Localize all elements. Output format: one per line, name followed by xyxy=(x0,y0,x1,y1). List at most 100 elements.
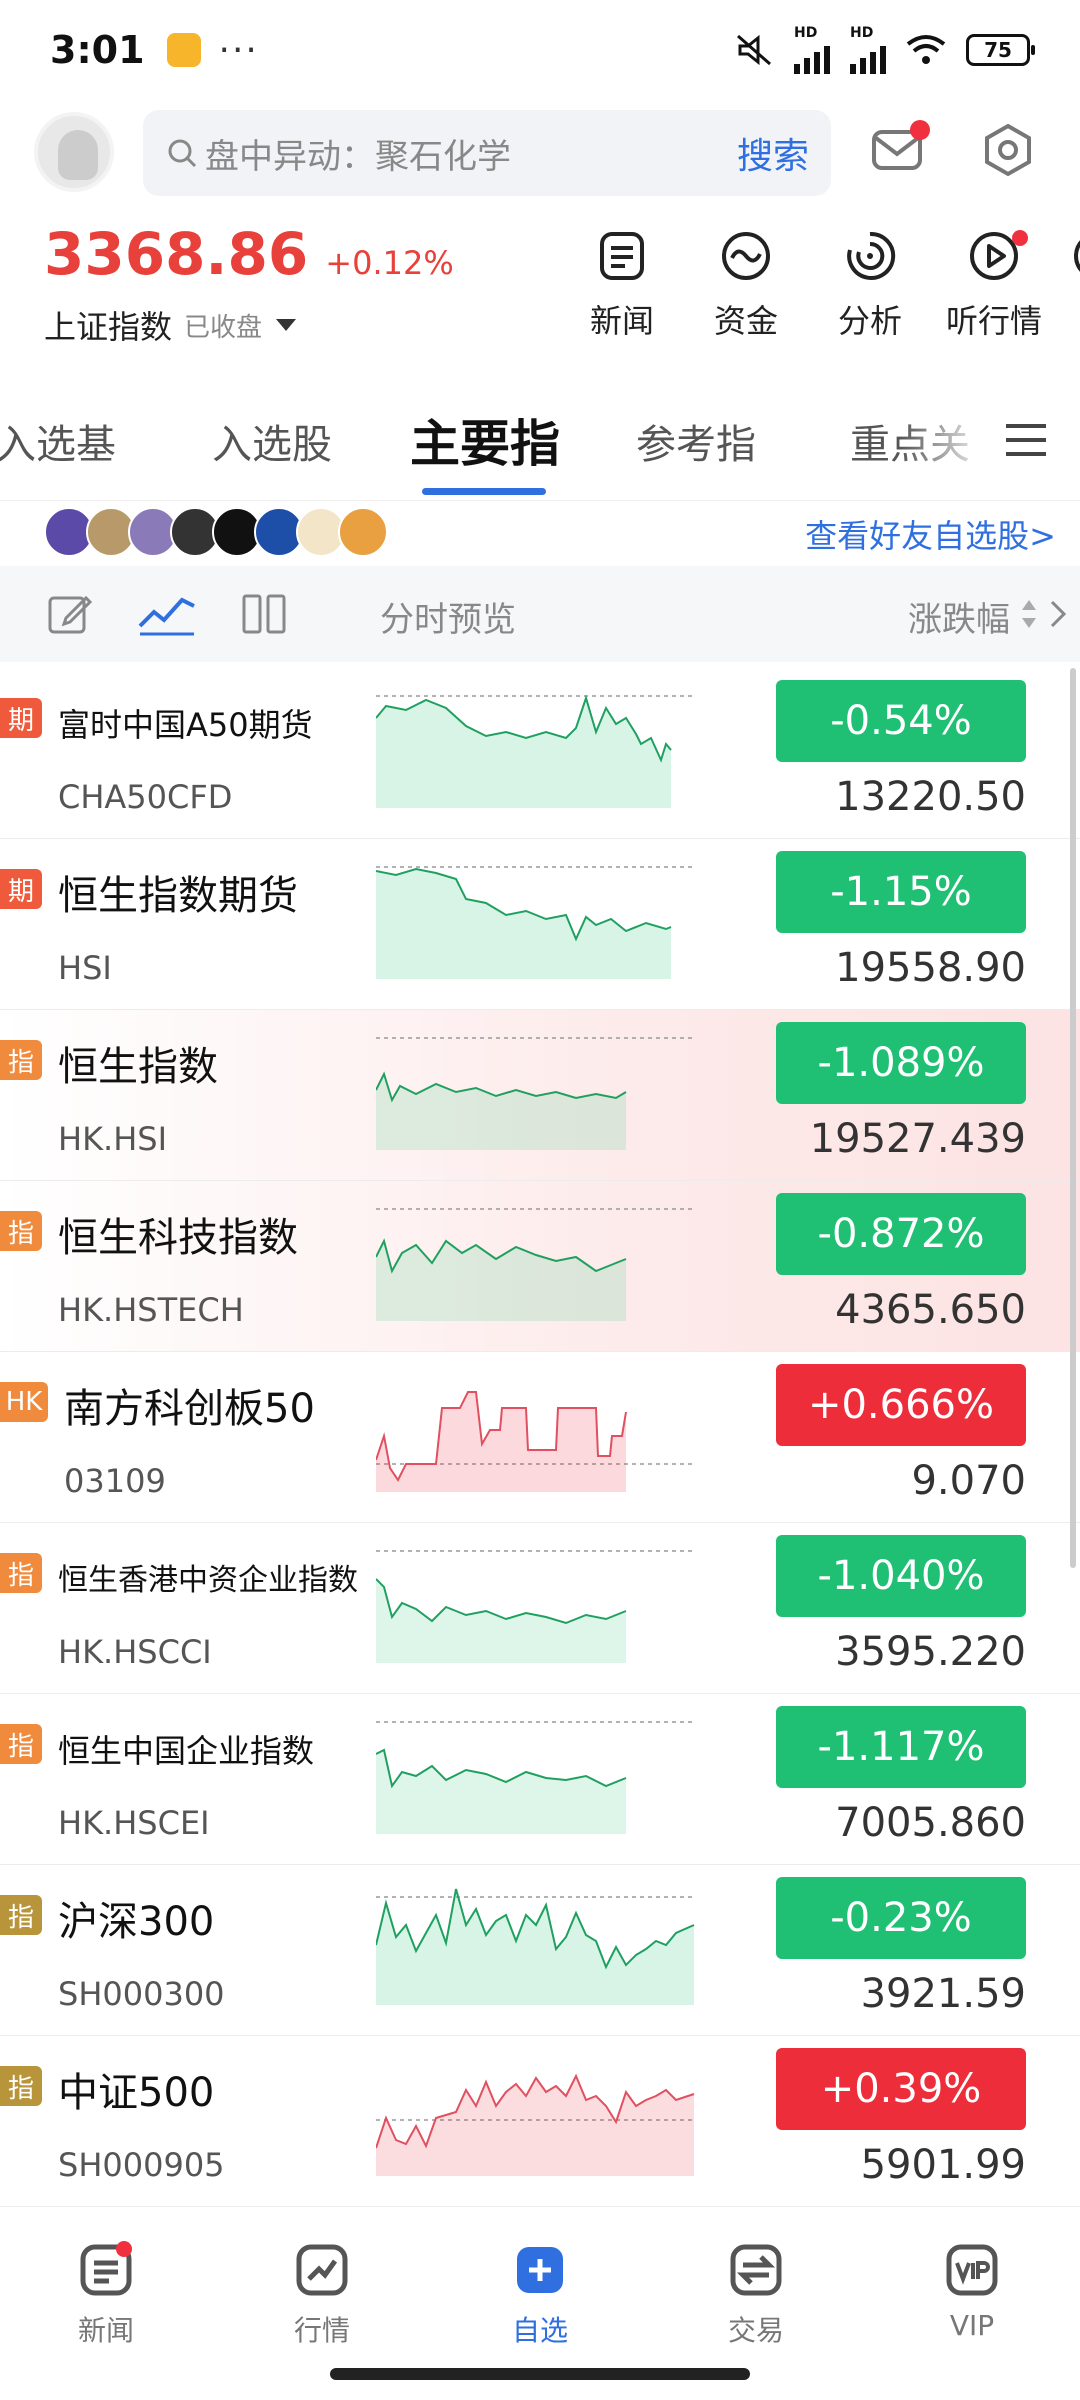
bottom-nav-vip[interactable]: VIP xyxy=(912,2241,1032,2342)
intraday-sparkline xyxy=(376,1721,696,1834)
index-badge: 指 xyxy=(0,1724,42,1764)
sort-by-change-button[interactable]: 涨跌幅 xyxy=(908,592,1010,641)
list-item[interactable]: 期 富时中国A50期货 CHA50CFD -0.54% 13220.50 xyxy=(0,668,1080,839)
chevron-right-icon[interactable] xyxy=(1048,596,1068,632)
quick-nav-listen[interactable]: 听行情 xyxy=(932,228,1056,342)
search-input[interactable]: 盘中异动：聚石化学 搜索 xyxy=(143,110,831,196)
tab-reference-indices[interactable]: 参考指 xyxy=(636,412,756,470)
home-indicator[interactable] xyxy=(330,2368,750,2380)
analysis-icon xyxy=(847,231,896,280)
security-code: SH000905 xyxy=(58,2146,225,2184)
security-code: HK.HSCCI xyxy=(58,1633,212,1671)
security-name: 富时中国A50期货 xyxy=(58,706,313,744)
line-chart-view-icon[interactable] xyxy=(138,590,196,638)
quick-nav: 新闻 资金 分析 听行情 持 xyxy=(560,228,1080,342)
tab-selected-funds[interactable]: 入选基 xyxy=(0,412,116,470)
tabs-fade xyxy=(900,400,990,490)
list-item[interactable]: 指 恒生香港中资企业指数 HK.HSCCI -1.040% 3595.220 xyxy=(0,1523,1080,1694)
quick-nav-news[interactable]: 新闻 xyxy=(560,228,684,342)
battery-icon: 75 xyxy=(966,34,1035,66)
index-badge: 指 xyxy=(0,1040,42,1080)
capital-flow-icon xyxy=(722,232,770,280)
change-pill: -1.040% xyxy=(776,1535,1026,1617)
quick-nav-label: 新闻 xyxy=(589,302,654,340)
hk-badge: HK xyxy=(0,1382,48,1422)
list-item[interactable]: 指 恒生科技指数 HK.HSTECH -0.872% 4365.650 xyxy=(0,1181,1080,1352)
message-badge xyxy=(910,120,930,140)
security-name: 恒生中国企业指数 xyxy=(58,1732,315,1770)
vip-icon xyxy=(946,2244,998,2296)
list-item[interactable]: 指 恒生指数 HK.HSI -1.089% 19527.439 xyxy=(0,1010,1080,1181)
tab-selected-stocks[interactable]: 入选股 xyxy=(212,412,332,470)
security-code: HK.HSTECH xyxy=(58,1291,244,1329)
search-icon xyxy=(168,139,197,168)
security-code: 03109 xyxy=(64,1462,166,1500)
intraday-sparkline xyxy=(376,1888,696,2005)
change-pill: +0.39% xyxy=(776,2048,1026,2130)
scrollbar[interactable] xyxy=(1070,668,1076,1568)
active-tab-indicator xyxy=(422,488,546,495)
list-item[interactable]: HK 南方科创板50 03109 +0.666% 9.070 xyxy=(0,1352,1080,1523)
security-code: HK.HSI xyxy=(58,1120,168,1158)
quick-nav-more[interactable]: 持 xyxy=(1056,228,1080,342)
quick-nav-label: 听行情 xyxy=(945,302,1042,340)
quick-nav-label: 分析 xyxy=(837,302,902,340)
search-button[interactable]: 搜索 xyxy=(737,127,809,179)
security-name: 恒生香港中资企业指数 xyxy=(58,1563,358,1598)
bottom-nav-market[interactable]: 行情 xyxy=(262,2241,382,2349)
columns-view-icon[interactable] xyxy=(240,590,288,638)
security-name: 南方科创板50 xyxy=(64,1386,315,1432)
intraday-sparkline xyxy=(376,1037,696,1150)
futures-badge: 期 xyxy=(0,698,42,738)
chevron-down-icon[interactable] xyxy=(276,319,297,331)
bottom-nav-trade[interactable]: 交易 xyxy=(696,2241,816,2349)
view-friends-watchlist-link[interactable]: 查看好友自选股> xyxy=(805,511,1056,557)
security-code: CHA50CFD xyxy=(58,778,233,816)
partial-icon xyxy=(1074,240,1080,272)
list-item[interactable]: 指 中证500 SH000905 +0.39% 5901.99 xyxy=(0,2036,1080,2207)
settings-icon[interactable] xyxy=(980,122,1036,178)
list-item[interactable]: 指 沪深300 SH000300 -0.23% 3921.59 xyxy=(0,1865,1080,2036)
notification-dot xyxy=(1012,230,1028,246)
change-pill: +0.666% xyxy=(776,1364,1026,1446)
latest-price: 19527.439 xyxy=(809,1116,1026,1162)
security-code: SH000300 xyxy=(58,1975,225,2013)
trade-icon xyxy=(730,2244,782,2296)
latest-price: 3921.59 xyxy=(860,1971,1026,2017)
intraday-sparkline xyxy=(376,1391,696,1492)
bottom-nav-label: 自选 xyxy=(511,2314,568,2347)
tab-major-indices[interactable]: 主要指 xyxy=(410,404,560,476)
security-name: 恒生科技指数 xyxy=(58,1215,298,1261)
header-search-row: 盘中异动：聚石化学 搜索 xyxy=(0,108,1080,204)
bottom-nav-watchlist[interactable]: 自选 xyxy=(480,2241,600,2349)
market-index-summary[interactable]: 3368.86 +0.12% 上证指数 已收盘 xyxy=(44,220,454,348)
intraday-sparkline xyxy=(376,1208,696,1321)
security-name: 恒生指数期货 xyxy=(58,873,298,919)
list-item[interactable]: 期 恒生指数期货 HSI -1.15% 19558.90 xyxy=(0,839,1080,1010)
futures-badge: 期 xyxy=(0,869,42,909)
index-status: 已收盘 xyxy=(184,312,263,343)
status-bar: 3:01 ··· HD HD 75 xyxy=(0,0,1080,100)
bottom-nav-label: 新闻 xyxy=(77,2314,134,2347)
list-toolbar: 分时预览 涨跌幅 xyxy=(0,566,1080,662)
security-name: 中证500 xyxy=(58,2070,215,2116)
list-item[interactable]: 指 恒生中国企业指数 HK.HSCEI -1.117% 7005.860 xyxy=(0,1694,1080,1865)
friend-avatars[interactable] xyxy=(44,507,388,557)
user-avatar[interactable] xyxy=(34,112,114,192)
change-pill: -0.23% xyxy=(776,1877,1026,1959)
signal-icon-1 xyxy=(794,40,830,74)
latest-price: 19558.90 xyxy=(835,945,1026,991)
bottom-nav-news[interactable]: 新闻 xyxy=(46,2241,166,2349)
edit-icon[interactable] xyxy=(46,590,94,638)
market-chart-icon xyxy=(296,2244,348,2296)
index-value: 3368.86 xyxy=(44,220,309,288)
quick-nav-analysis[interactable]: 分析 xyxy=(808,228,932,342)
intraday-preview-label: 分时预览 xyxy=(380,600,516,640)
status-more-icon: ··· xyxy=(218,29,259,71)
quick-nav-capital[interactable]: 资金 xyxy=(684,228,808,342)
index-badge: 指 xyxy=(0,1895,42,1935)
intraday-sparkline xyxy=(376,694,696,808)
menu-icon[interactable] xyxy=(1004,422,1048,458)
change-pill: -1.15% xyxy=(776,851,1026,933)
sort-icon xyxy=(1022,600,1036,628)
